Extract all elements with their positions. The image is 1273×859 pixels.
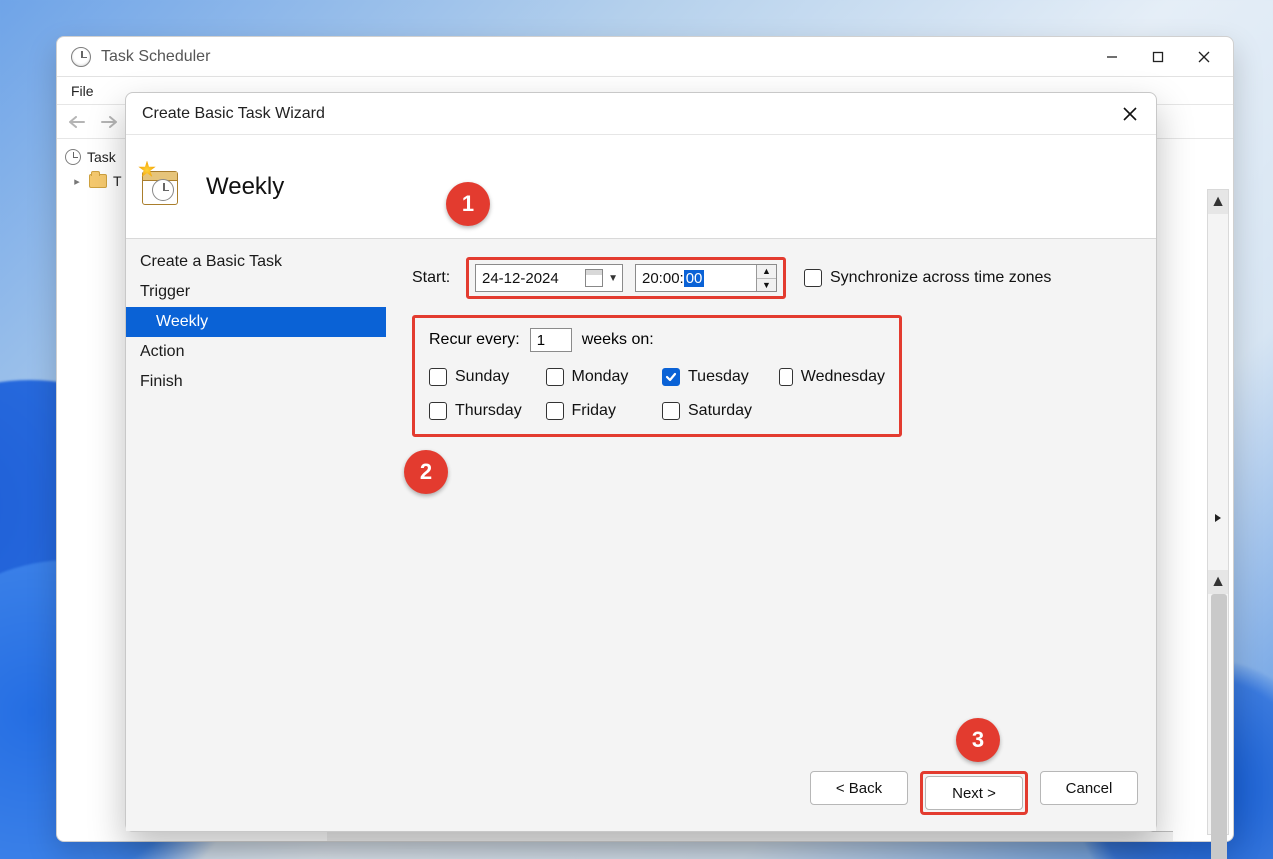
time-spinner[interactable]: ▲ ▼ [756,265,776,291]
sync-timezones-checkbox[interactable]: Synchronize across time zones [804,269,1051,287]
wizard-steps: Create a Basic Task Trigger Weekly Actio… [126,239,386,831]
spin-up-icon[interactable]: ▲ [757,265,776,279]
annotation-highlight-2: Recur every: 1 weeks on: Sunday Monday Tue… [412,315,902,437]
clock-icon [65,149,81,165]
day-checkbox-wednesday[interactable]: Wednesday [779,368,886,386]
day-checkbox-saturday[interactable]: Saturday [662,402,769,420]
annotation-highlight-3: Next > [920,771,1028,815]
wizard-step-icon [136,163,184,211]
wizard-close-button[interactable] [1114,98,1146,130]
wizard-heading: Weekly [206,173,284,201]
day-checkbox-friday[interactable]: Friday [546,402,653,420]
start-label: Start: [412,269,456,287]
checkbox-box [662,368,680,386]
weeks-on-label: weeks on: [582,331,654,349]
start-date-field[interactable]: 24-12-2024 ▼ [475,264,623,292]
checkbox-box [546,402,564,420]
annotation-highlight-1: 24-12-2024 ▼ 20:00:00 ▲ ▼ [466,257,786,299]
bottom-panel-edge [873,831,1173,841]
spin-down-icon[interactable]: ▼ [757,279,776,292]
day-checkbox-monday[interactable]: Monday [546,368,653,386]
day-label: Thursday [455,402,522,420]
step-finish[interactable]: Finish [126,367,386,397]
folder-icon [89,174,107,188]
checkbox-box [429,368,447,386]
start-time-field[interactable]: 20:00:00 ▲ ▼ [635,264,777,292]
annotation-badge-2: 2 [404,450,448,494]
annotation-badge-1: 1 [446,182,490,226]
back-button[interactable]: < Back [810,771,908,805]
scroll-thumb[interactable] [1211,594,1227,859]
close-button[interactable] [1181,41,1227,73]
day-label: Sunday [455,368,509,386]
day-label: Monday [572,368,629,386]
cancel-button[interactable]: Cancel [1040,771,1138,805]
recur-every-label: Recur every: [429,331,520,349]
checkbox-box [662,402,680,420]
titlebar: Task Scheduler [57,37,1233,77]
window-title: Task Scheduler [101,48,210,66]
bottom-panel-edge [327,831,947,841]
step-create[interactable]: Create a Basic Task [126,247,386,277]
tree-child-label: T [113,173,122,189]
scroll-up-button[interactable]: ▲ [1208,190,1228,214]
annotation-badge-3: 3 [956,718,1000,762]
step-action[interactable]: Action [126,337,386,367]
checkbox-box [779,368,793,386]
start-time-value: 20:00:00 [636,270,756,287]
expand-icon[interactable] [1208,506,1228,530]
start-date-value: 24-12-2024 [482,270,559,287]
wizard-body: Create a Basic Task Trigger Weekly Actio… [126,239,1156,831]
chevron-down-icon: ▼ [608,273,618,284]
days-grid: Sunday Monday Tuesday Wednesday Thursday Frid… [429,368,885,420]
tree-root-label: Task [87,149,116,165]
step-trigger[interactable]: Trigger [126,277,386,307]
day-checkbox-thursday[interactable]: Thursday [429,402,536,420]
wizard-form: Start: 24-12-2024 ▼ 20:00:00 [386,239,1156,831]
day-checkbox-sunday[interactable]: Sunday [429,368,536,386]
maximize-button[interactable] [1135,41,1181,73]
calendar-icon [585,269,603,287]
start-row: Start: 24-12-2024 ▼ 20:00:00 [412,257,1130,299]
minimize-button[interactable] [1089,41,1135,73]
checkbox-box [804,269,822,287]
clock-icon [71,47,91,67]
chevron-right-icon: ▸ [71,175,83,188]
wizard-title: Create Basic Task Wizard [142,105,325,123]
day-label: Tuesday [688,368,749,386]
checkbox-box [429,402,447,420]
menu-file[interactable]: File [67,81,98,101]
recur-weeks-field[interactable]: 1 [530,328,572,352]
nav-back-button[interactable] [63,109,91,135]
day-label: Saturday [688,402,752,420]
day-label: Wednesday [801,368,885,386]
nav-forward-button[interactable] [95,109,123,135]
wizard-header: Weekly [126,135,1156,239]
day-checkbox-tuesday[interactable]: Tuesday [662,368,769,386]
sync-timezones-label: Synchronize across time zones [830,269,1051,287]
day-label: Friday [572,402,616,420]
wizard-titlebar: Create Basic Task Wizard [126,93,1156,135]
checkbox-box [546,368,564,386]
wizard-footer: < Back Next > Cancel [810,771,1138,815]
next-button[interactable]: Next > [925,776,1023,810]
recur-row: Recur every: 1 weeks on: [429,328,885,352]
actions-pane-scrollbar[interactable]: ▲ ▲ [1207,189,1229,835]
scroll-up-button-2[interactable]: ▲ [1208,570,1228,594]
step-weekly[interactable]: Weekly [126,307,386,337]
create-basic-task-wizard: Create Basic Task Wizard Weekly Create a… [125,92,1157,832]
